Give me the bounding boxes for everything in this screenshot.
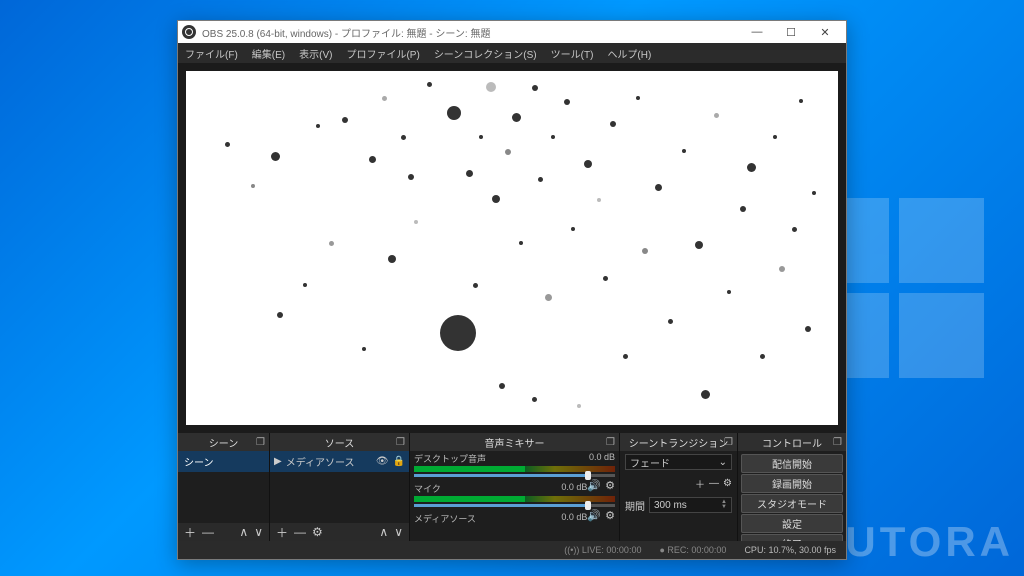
transition-settings-button[interactable]: ⚙ [723,478,732,489]
cpu-status: CPU: 10.7%, 30.00 fps [744,545,836,555]
sources-dock: ソース ❐ ▶ メディアソース 👁 🔒 ＋ — ⚙ ∧ ∨ [270,433,410,541]
close-button[interactable]: ✕ [808,21,842,43]
popout-icon[interactable]: ❐ [724,437,733,448]
volume-slider[interactable] [414,474,615,477]
menu-help[interactable]: ヘルプ(H) [600,43,658,63]
scenes-header[interactable]: シーン ❐ [178,433,269,451]
source-down-button[interactable]: ∨ [394,525,403,539]
exit-button[interactable]: 終了 [741,534,843,541]
obs-icon [182,25,196,39]
preview-area [178,63,846,433]
popout-icon[interactable]: ❐ [396,437,405,448]
popout-icon[interactable]: ❐ [256,437,265,448]
menu-tools[interactable]: ツール(T) [544,43,601,63]
remove-transition-button[interactable]: — [709,478,719,489]
play-icon: ▶ [274,456,282,467]
maximize-button[interactable]: ☐ [774,21,808,43]
scene-down-button[interactable]: ∨ [254,525,263,539]
popout-icon[interactable]: ❐ [606,437,615,448]
menu-scene-collection[interactable]: シーンコレクション(S) [427,43,544,63]
scenes-dock: シーン ❐ シーン ＋ — ∧ ∨ [178,433,270,541]
controls-dock: コントロール ❐ 配信開始 録画開始 スタジオモード 設定 終了 [738,433,846,541]
popout-icon[interactable]: ❐ [833,437,842,448]
add-transition-button[interactable]: ＋ [695,476,705,491]
speaker-icon[interactable]: 🔊 [587,509,601,522]
live-status: ((•)) LIVE: 00:00:00 [564,545,641,555]
lock-icon[interactable]: 🔒 [393,456,405,467]
source-settings-button[interactable]: ⚙ [312,525,323,539]
menu-file[interactable]: ファイル(F) [178,43,245,63]
scene-item[interactable]: シーン [178,451,269,472]
transitions-dock: シーントランジション ❐ フェード ⌄ ＋ — ⚙ 期間 [620,433,738,541]
menu-view[interactable]: 表示(V) [292,43,339,63]
add-source-button[interactable]: ＋ [276,524,288,541]
mixer-dock: 音声ミキサー ❐ デスクトップ音声0.0 dB 🔊⚙ マイク0.0 dB 🔊⚙ [410,433,620,541]
start-streaming-button[interactable]: 配信開始 [741,454,843,473]
gear-icon[interactable]: ⚙ [605,479,615,492]
statusbar: ((•)) LIVE: 00:00:00 REC: 00:00:00 CPU: … [178,541,846,559]
duration-label: 期間 [625,498,645,513]
add-scene-button[interactable]: ＋ [184,524,196,541]
titlebar[interactable]: OBS 25.0.8 (64-bit, windows) - プロファイル: 無… [178,21,846,43]
obs-window: OBS 25.0.8 (64-bit, windows) - プロファイル: 無… [177,20,847,560]
sources-header[interactable]: ソース ❐ [270,433,409,451]
rec-status: REC: 00:00:00 [659,545,726,555]
visibility-icon[interactable]: 👁 [376,456,389,467]
menubar: ファイル(F) 編集(E) 表示(V) プロファイル(P) シーンコレクション(… [178,43,846,63]
volume-slider[interactable] [414,504,615,507]
menu-edit[interactable]: 編集(E) [245,43,292,63]
dropdown-icon: ⌄ [719,457,727,468]
remove-source-button[interactable]: — [294,525,306,539]
controls-header[interactable]: コントロール ❐ [738,433,846,451]
mixer-header[interactable]: 音声ミキサー ❐ [410,433,619,451]
menu-profile[interactable]: プロファイル(P) [339,43,426,63]
scene-up-button[interactable]: ∧ [239,525,248,539]
start-recording-button[interactable]: 録画開始 [741,474,843,493]
gear-icon[interactable]: ⚙ [605,509,615,522]
preview-canvas[interactable] [186,71,838,425]
source-up-button[interactable]: ∧ [379,525,388,539]
spinner-icon[interactable]: ▲▼ [721,500,727,510]
transitions-header[interactable]: シーントランジション ❐ [620,433,737,451]
transition-select[interactable]: フェード ⌄ [625,454,732,470]
bottom-docks: シーン ❐ シーン ＋ — ∧ ∨ ソース ❐ ▶ メディアソース [178,433,846,541]
duration-input[interactable]: 300 ms ▲▼ [649,497,732,513]
mixer-channel-desktop: デスクトップ音声0.0 dB 🔊⚙ [410,451,619,481]
minimize-button[interactable]: — [740,21,774,43]
window-title: OBS 25.0.8 (64-bit, windows) - プロファイル: 無… [202,25,740,40]
settings-button[interactable]: 設定 [741,514,843,533]
source-label: メディアソース [286,454,355,469]
remove-scene-button[interactable]: — [202,525,214,539]
source-item[interactable]: ▶ メディアソース 👁 🔒 [270,451,409,472]
studio-mode-button[interactable]: スタジオモード [741,494,843,513]
speaker-icon[interactable]: 🔊 [587,479,601,492]
